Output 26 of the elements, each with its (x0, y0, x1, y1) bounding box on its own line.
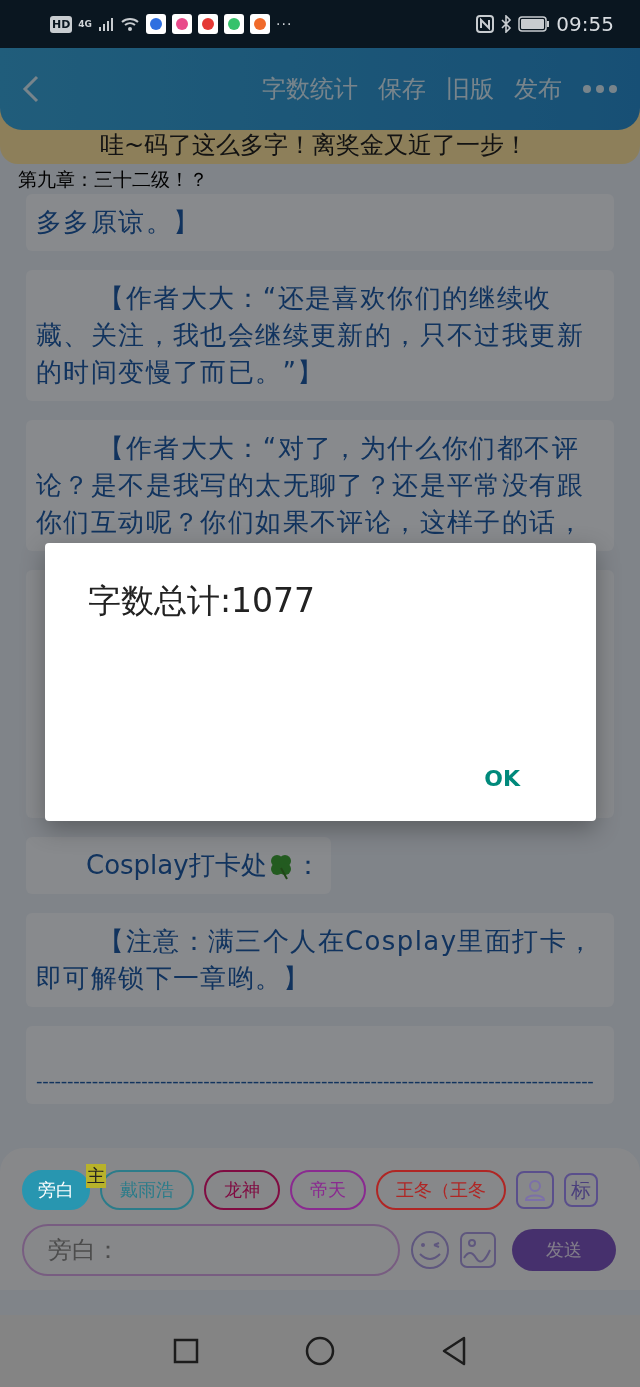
role-tag[interactable]: 帝天 (290, 1170, 366, 1210)
ok-button[interactable]: OK (484, 766, 552, 791)
header-action[interactable]: 旧版 (446, 73, 494, 105)
clock-time: 09:55 (556, 12, 614, 36)
hd-badge: HD (50, 15, 73, 33)
banner-text: 哇~码了这么多字！离奖金又近了一步！ (100, 131, 529, 159)
header-action[interactable]: 发布 (514, 73, 562, 105)
message-text: ： (294, 849, 321, 882)
message-text: Cosplay打卡处 (86, 849, 267, 882)
network-label: 4G (78, 19, 92, 29)
message-input[interactable]: 旁白： (22, 1224, 400, 1276)
role-tag[interactable]: 龙神 (204, 1170, 280, 1210)
header-action[interactable]: 保存 (378, 73, 426, 105)
send-button[interactable]: 发送 (512, 1229, 616, 1271)
header-action[interactable]: 字数统计 (262, 73, 358, 105)
divider-text: ------------------------------------------------------------------------------------------ (36, 1069, 595, 1090)
more-notifications: ··· (276, 16, 293, 32)
message-text: 【注意：满三个人在Cosplay里面打卡，即可解锁下一章哟。】 (36, 925, 596, 995)
message-text: 多多原谅。】 (36, 206, 202, 239)
lead-badge: 主 (86, 1164, 106, 1188)
message-text: 【作者大大：“还是喜欢你们的继续收藏、关注，我也会继续更新的，只不过我更新的时间变慢了而已。”】 (36, 282, 585, 389)
role-tag[interactable]: 王冬（王冬 (376, 1170, 506, 1210)
tag-button[interactable]: 标 (564, 1173, 598, 1207)
message-text: 【作者大大：“对了，为什么你们都不评论？是不是我写的太无聊了？还是平常没有跟你们互动呢？你们如果不评论，这样子的话， (36, 432, 585, 539)
chapter-title: 第九章：三十二级！？ (17, 167, 209, 190)
dialog-message: 字数总计:1077 (88, 580, 317, 622)
